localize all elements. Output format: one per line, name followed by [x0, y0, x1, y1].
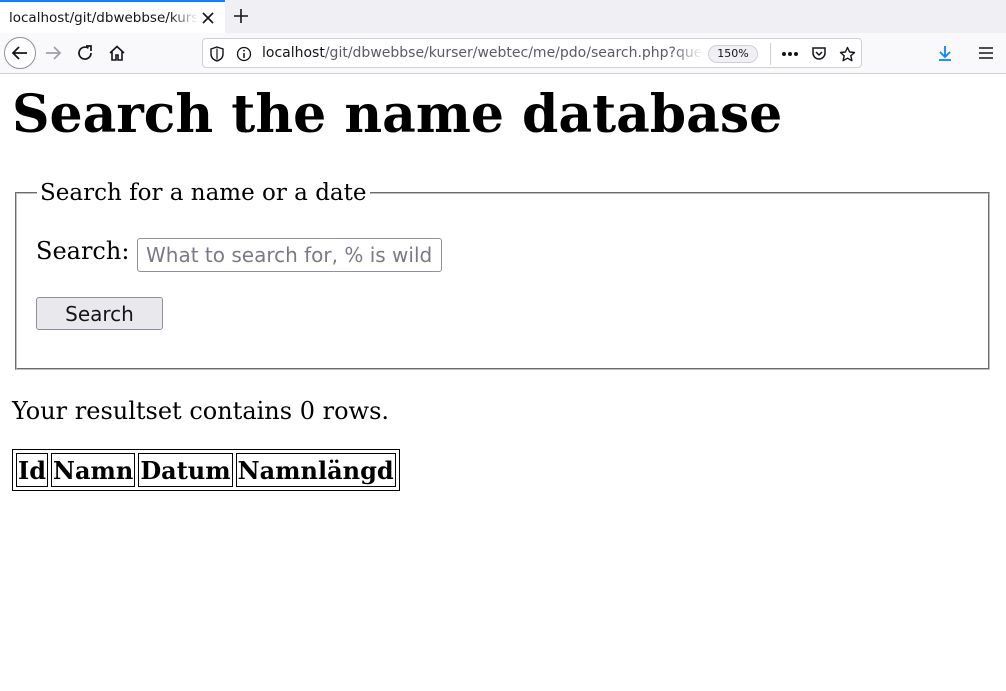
- column-header-namnlangd: Namnlängd: [235, 453, 396, 487]
- plus-icon[interactable]: [230, 5, 252, 27]
- url-text[interactable]: localhost/git/dbwebbse/kurser/webtec/me/…: [262, 45, 702, 63]
- download-icon[interactable]: [929, 37, 961, 69]
- more-icon[interactable]: [781, 45, 799, 63]
- fieldset-legend: Search for a name or a date: [40, 180, 367, 206]
- page-content: Search the name database Search for a na…: [0, 75, 1006, 691]
- zoom-level-badge[interactable]: 150%: [708, 45, 758, 63]
- column-header-namn: Namn: [51, 453, 136, 487]
- info-icon[interactable]: [235, 45, 253, 63]
- tab-strip: localhost/git/dbwebbse/kurs: [0, 0, 1006, 33]
- address-bar[interactable]: localhost/git/dbwebbse/kurser/webtec/me/…: [202, 38, 862, 68]
- hamburger-menu-icon[interactable]: [970, 37, 1002, 69]
- close-icon[interactable]: [199, 9, 217, 27]
- column-header-id: Id: [16, 453, 49, 487]
- browser-tab[interactable]: localhost/git/dbwebbse/kurs: [0, 0, 225, 33]
- back-arrow-icon[interactable]: [4, 37, 36, 69]
- results-table: Id Namn Datum Namnlängd: [12, 449, 400, 491]
- shield-icon[interactable]: [208, 45, 226, 63]
- column-header-datum: Datum: [138, 453, 233, 487]
- search-input[interactable]: [137, 238, 442, 272]
- search-label: Search:: [36, 237, 130, 265]
- tab-title: localhost/git/dbwebbse/kurs: [9, 10, 197, 26]
- pocket-icon[interactable]: [810, 45, 828, 63]
- search-fieldset: Search for a name or a date: [15, 180, 990, 370]
- table-header-row: Id Namn Datum Namnlängd: [16, 453, 396, 487]
- star-icon[interactable]: [838, 45, 856, 63]
- reload-icon[interactable]: [69, 37, 101, 69]
- search-button[interactable]: Search: [36, 297, 163, 330]
- home-icon[interactable]: [101, 37, 133, 69]
- navigation-toolbar: localhost/git/dbwebbse/kurser/webtec/me/…: [0, 33, 1006, 74]
- forward-arrow-icon[interactable]: [37, 37, 69, 69]
- divider: [770, 43, 771, 65]
- result-count-text: Your resultset contains 0 rows.: [12, 397, 390, 425]
- page-title: Search the name database: [12, 84, 783, 145]
